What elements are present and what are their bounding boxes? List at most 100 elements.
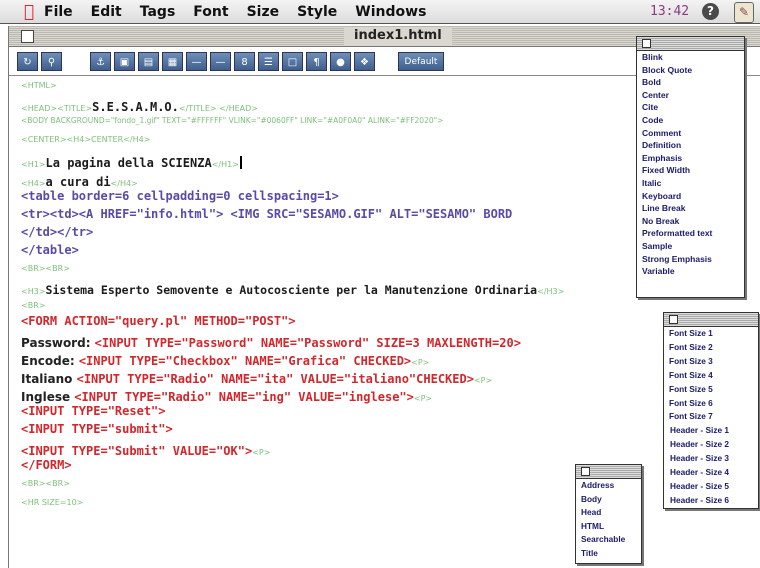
doc-item[interactable]: Body bbox=[576, 493, 641, 507]
menu-windows[interactable]: Windows bbox=[355, 4, 426, 20]
reload-icon[interactable]: ↻ bbox=[17, 51, 38, 71]
code-text: Italiano bbox=[21, 372, 77, 386]
code-line-14: <FORM ACTION="query.pl" METHOD="POST"> bbox=[21, 314, 296, 328]
code-line-24: <HR SIZE=10> bbox=[21, 498, 84, 507]
apple-menu-icon[interactable]:  bbox=[14, 2, 44, 22]
header-size-item[interactable]: Header - Size 4 bbox=[664, 466, 758, 480]
code-tag: <H4> bbox=[21, 179, 46, 188]
doc-item[interactable]: Searchable bbox=[576, 533, 641, 547]
window-title: index1.html bbox=[344, 27, 452, 45]
styles-palette: Blink Block Quote Bold Center Cite Code … bbox=[636, 36, 745, 298]
style-item[interactable]: Center bbox=[637, 89, 744, 102]
header-size-item[interactable]: Header - Size 2 bbox=[664, 438, 758, 452]
style-item[interactable]: Strong Emphasis bbox=[637, 253, 744, 266]
palette-close-box[interactable] bbox=[581, 467, 590, 476]
code-tag: </H4> bbox=[110, 179, 138, 188]
palette-close-box[interactable] bbox=[669, 315, 678, 324]
style-item[interactable]: Comment bbox=[637, 127, 744, 140]
hr2-icon[interactable]: — bbox=[210, 51, 231, 71]
code-line-13: <BR> bbox=[21, 301, 46, 310]
code-line-21: <INPUT TYPE="Submit" VALUE="OK"><P> bbox=[21, 440, 270, 459]
palette-titlebar[interactable] bbox=[637, 37, 744, 51]
style-item[interactable]: Fixed Width bbox=[637, 164, 744, 177]
palette-close-box[interactable] bbox=[642, 39, 651, 48]
number-icon[interactable]: 8 bbox=[234, 51, 255, 71]
style-item[interactable]: Bold bbox=[637, 76, 744, 89]
code-line-23: <BR><BR> bbox=[21, 479, 70, 488]
palette-titlebar[interactable] bbox=[576, 465, 641, 479]
header-size-item[interactable]: Header - Size 6 bbox=[664, 494, 758, 508]
menu-bar:  File Edit Tags Font Size Style Windows… bbox=[0, 0, 760, 24]
size-item[interactable]: Font Size 2 bbox=[664, 341, 758, 355]
application-menu-icon[interactable]: ✎ bbox=[734, 2, 754, 23]
menu-style[interactable]: Style bbox=[297, 4, 337, 20]
code-line-19: <INPUT TYPE="Reset"> bbox=[21, 404, 166, 418]
style-item[interactable]: Blink bbox=[637, 51, 744, 64]
hr-icon[interactable]: — bbox=[186, 51, 207, 71]
sizes-palette: Font Size 1 Font Size 2 Font Size 3 Font… bbox=[663, 312, 759, 509]
code-line-3: <BODY BACKGROUND="fondo_1.gif" TEXT="#FF… bbox=[21, 116, 444, 125]
style-item[interactable]: Cite bbox=[637, 101, 744, 114]
doc-item[interactable]: Title bbox=[576, 547, 641, 561]
style-item[interactable]: Definition bbox=[637, 139, 744, 152]
link-icon[interactable]: ❖ bbox=[354, 51, 375, 71]
header-size-item[interactable]: Header - Size 1 bbox=[664, 424, 758, 438]
code-tag: </TITLE> </HEAD> bbox=[178, 104, 258, 113]
header-size-item[interactable]: Header - Size 5 bbox=[664, 480, 758, 494]
list-icon[interactable]: ▦ bbox=[162, 51, 183, 71]
style-item[interactable]: Preformatted text bbox=[637, 227, 744, 240]
menu-clock: 13:42 bbox=[650, 4, 690, 19]
style-item[interactable]: Keyboard bbox=[637, 190, 744, 203]
size-item[interactable]: Font Size 1 bbox=[664, 327, 758, 341]
size-item[interactable]: Font Size 7 bbox=[664, 410, 758, 424]
pilcrow-icon[interactable]: ¶ bbox=[306, 51, 327, 71]
style-item[interactable]: Sample bbox=[637, 240, 744, 253]
style-item[interactable]: Emphasis bbox=[637, 152, 744, 165]
box-icon[interactable]: □ bbox=[282, 51, 303, 71]
style-item[interactable]: Block Quote bbox=[637, 64, 744, 77]
text-cursor bbox=[239, 156, 242, 169]
menu-font[interactable]: Font bbox=[193, 4, 228, 20]
code-tag: <P> bbox=[252, 448, 271, 457]
style-item[interactable]: Code bbox=[637, 114, 744, 127]
code-tag: <HEAD><TITLE> bbox=[21, 104, 93, 113]
code-tag: <INPUT TYPE="Radio" NAME="ita" VALUE="it… bbox=[76, 372, 474, 386]
menu-file[interactable]: File bbox=[44, 4, 73, 20]
style-item[interactable]: Line Break bbox=[637, 202, 744, 215]
code-tag: <P> bbox=[413, 394, 433, 403]
default-button[interactable]: Default bbox=[398, 51, 444, 71]
code-text: a cura di bbox=[45, 175, 111, 189]
code-line-2: <HEAD><TITLE>S.E.S.A.M.O.</TITLE> </HEAD… bbox=[21, 96, 258, 115]
doc-item[interactable]: Head bbox=[576, 506, 641, 520]
size-item[interactable]: Font Size 3 bbox=[664, 355, 758, 369]
header-size-item[interactable]: Header - Size 3 bbox=[664, 452, 758, 466]
help-icon[interactable]: ? bbox=[702, 3, 719, 20]
menu-edit[interactable]: Edit bbox=[91, 4, 122, 20]
code-tag: <INPUT TYPE="Radio" NAME="ing" VALUE="in… bbox=[74, 390, 414, 404]
code-line-7: <table border=6 cellpadding=0 cellspacin… bbox=[21, 189, 339, 203]
size-item[interactable]: Font Size 6 bbox=[664, 397, 758, 411]
anchor-icon[interactable]: ⚓ bbox=[90, 51, 111, 71]
menu-size[interactable]: Size bbox=[247, 4, 280, 20]
style-item[interactable]: Variable bbox=[637, 265, 744, 278]
code-line-8: <tr><td><A HREF="info.html"> <IMG SRC="S… bbox=[21, 207, 513, 221]
code-text: Password: bbox=[21, 336, 95, 350]
style-item[interactable]: No Break bbox=[637, 215, 744, 228]
bullet-icon[interactable]: ● bbox=[330, 51, 351, 71]
code-tag: <P> bbox=[411, 358, 430, 367]
code-line-17: Italiano <INPUT TYPE="Radio" NAME="ita" … bbox=[21, 368, 492, 387]
doc-item[interactable]: Address bbox=[576, 479, 641, 493]
doc-item[interactable]: HTML bbox=[576, 520, 641, 534]
palette-titlebar[interactable] bbox=[664, 313, 758, 327]
window-close-box[interactable] bbox=[21, 30, 34, 43]
paragraph-icon[interactable]: ▤ bbox=[138, 51, 159, 71]
image-icon[interactable]: ▣ bbox=[114, 51, 135, 71]
size-item[interactable]: Font Size 4 bbox=[664, 369, 758, 383]
menu-tags[interactable]: Tags bbox=[140, 4, 176, 20]
code-tag: <P> bbox=[473, 376, 493, 385]
code-tag: <H3> bbox=[21, 287, 46, 296]
style-item[interactable]: Italic bbox=[637, 177, 744, 190]
outline-icon[interactable]: ☰ bbox=[258, 51, 279, 71]
search-icon[interactable]: ⚲ bbox=[41, 51, 62, 71]
size-item[interactable]: Font Size 5 bbox=[664, 383, 758, 397]
